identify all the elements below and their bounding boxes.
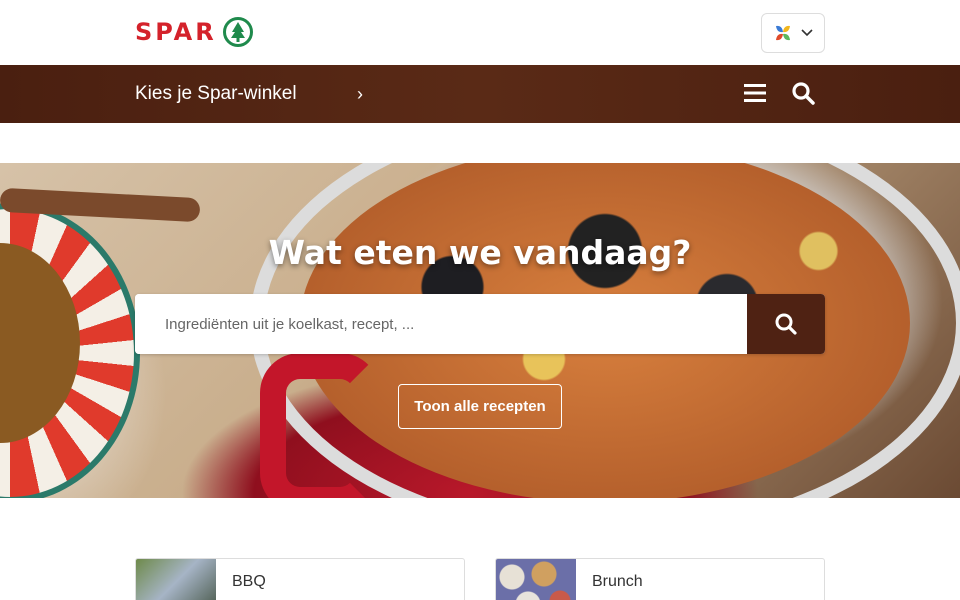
recipe-search-button[interactable] — [747, 294, 825, 354]
recipe-search-form — [135, 294, 825, 354]
logo-text: SPAR — [135, 18, 217, 46]
language-flag-icon — [776, 25, 790, 41]
category-label: BBQ — [232, 573, 266, 590]
menu-button[interactable] — [742, 80, 768, 106]
nav-icons — [742, 80, 816, 106]
category-label: Brunch — [592, 573, 643, 590]
language-selector[interactable] — [761, 13, 825, 53]
spar-logo[interactable]: SPAR — [135, 17, 253, 47]
arrow-right-icon: → — [430, 595, 448, 600]
category-thumbnail — [136, 559, 216, 600]
hero-title: Wat eten we vandaag? — [268, 233, 692, 272]
recipe-hero-banner: Wat eten we vandaag? Toon alle recepten — [0, 163, 960, 498]
store-picker-label: Kies je Spar-winkel — [135, 83, 297, 104]
hamburger-menu-icon — [744, 84, 766, 102]
arrow-right-icon: → — [790, 595, 808, 600]
nav-search-button[interactable] — [790, 80, 816, 106]
chevron-right-icon: › — [357, 83, 363, 104]
main-navbar: Kies je Spar-winkel › — [0, 65, 960, 123]
search-icon — [775, 313, 797, 335]
category-thumbnail — [496, 559, 576, 600]
category-card-brunch[interactable]: Brunch → — [495, 558, 825, 600]
spar-tree-icon — [222, 17, 253, 47]
search-icon — [792, 82, 815, 105]
category-card-bbq[interactable]: BBQ → — [135, 558, 465, 600]
top-header: SPAR — [0, 0, 960, 65]
show-all-recipes-button[interactable]: Toon alle recepten — [398, 384, 562, 429]
store-picker-button[interactable]: Kies je Spar-winkel › — [135, 67, 363, 121]
recipe-search-input[interactable] — [135, 294, 747, 354]
hero-background-pot-handle — [260, 353, 380, 498]
chevron-down-icon — [801, 29, 813, 37]
